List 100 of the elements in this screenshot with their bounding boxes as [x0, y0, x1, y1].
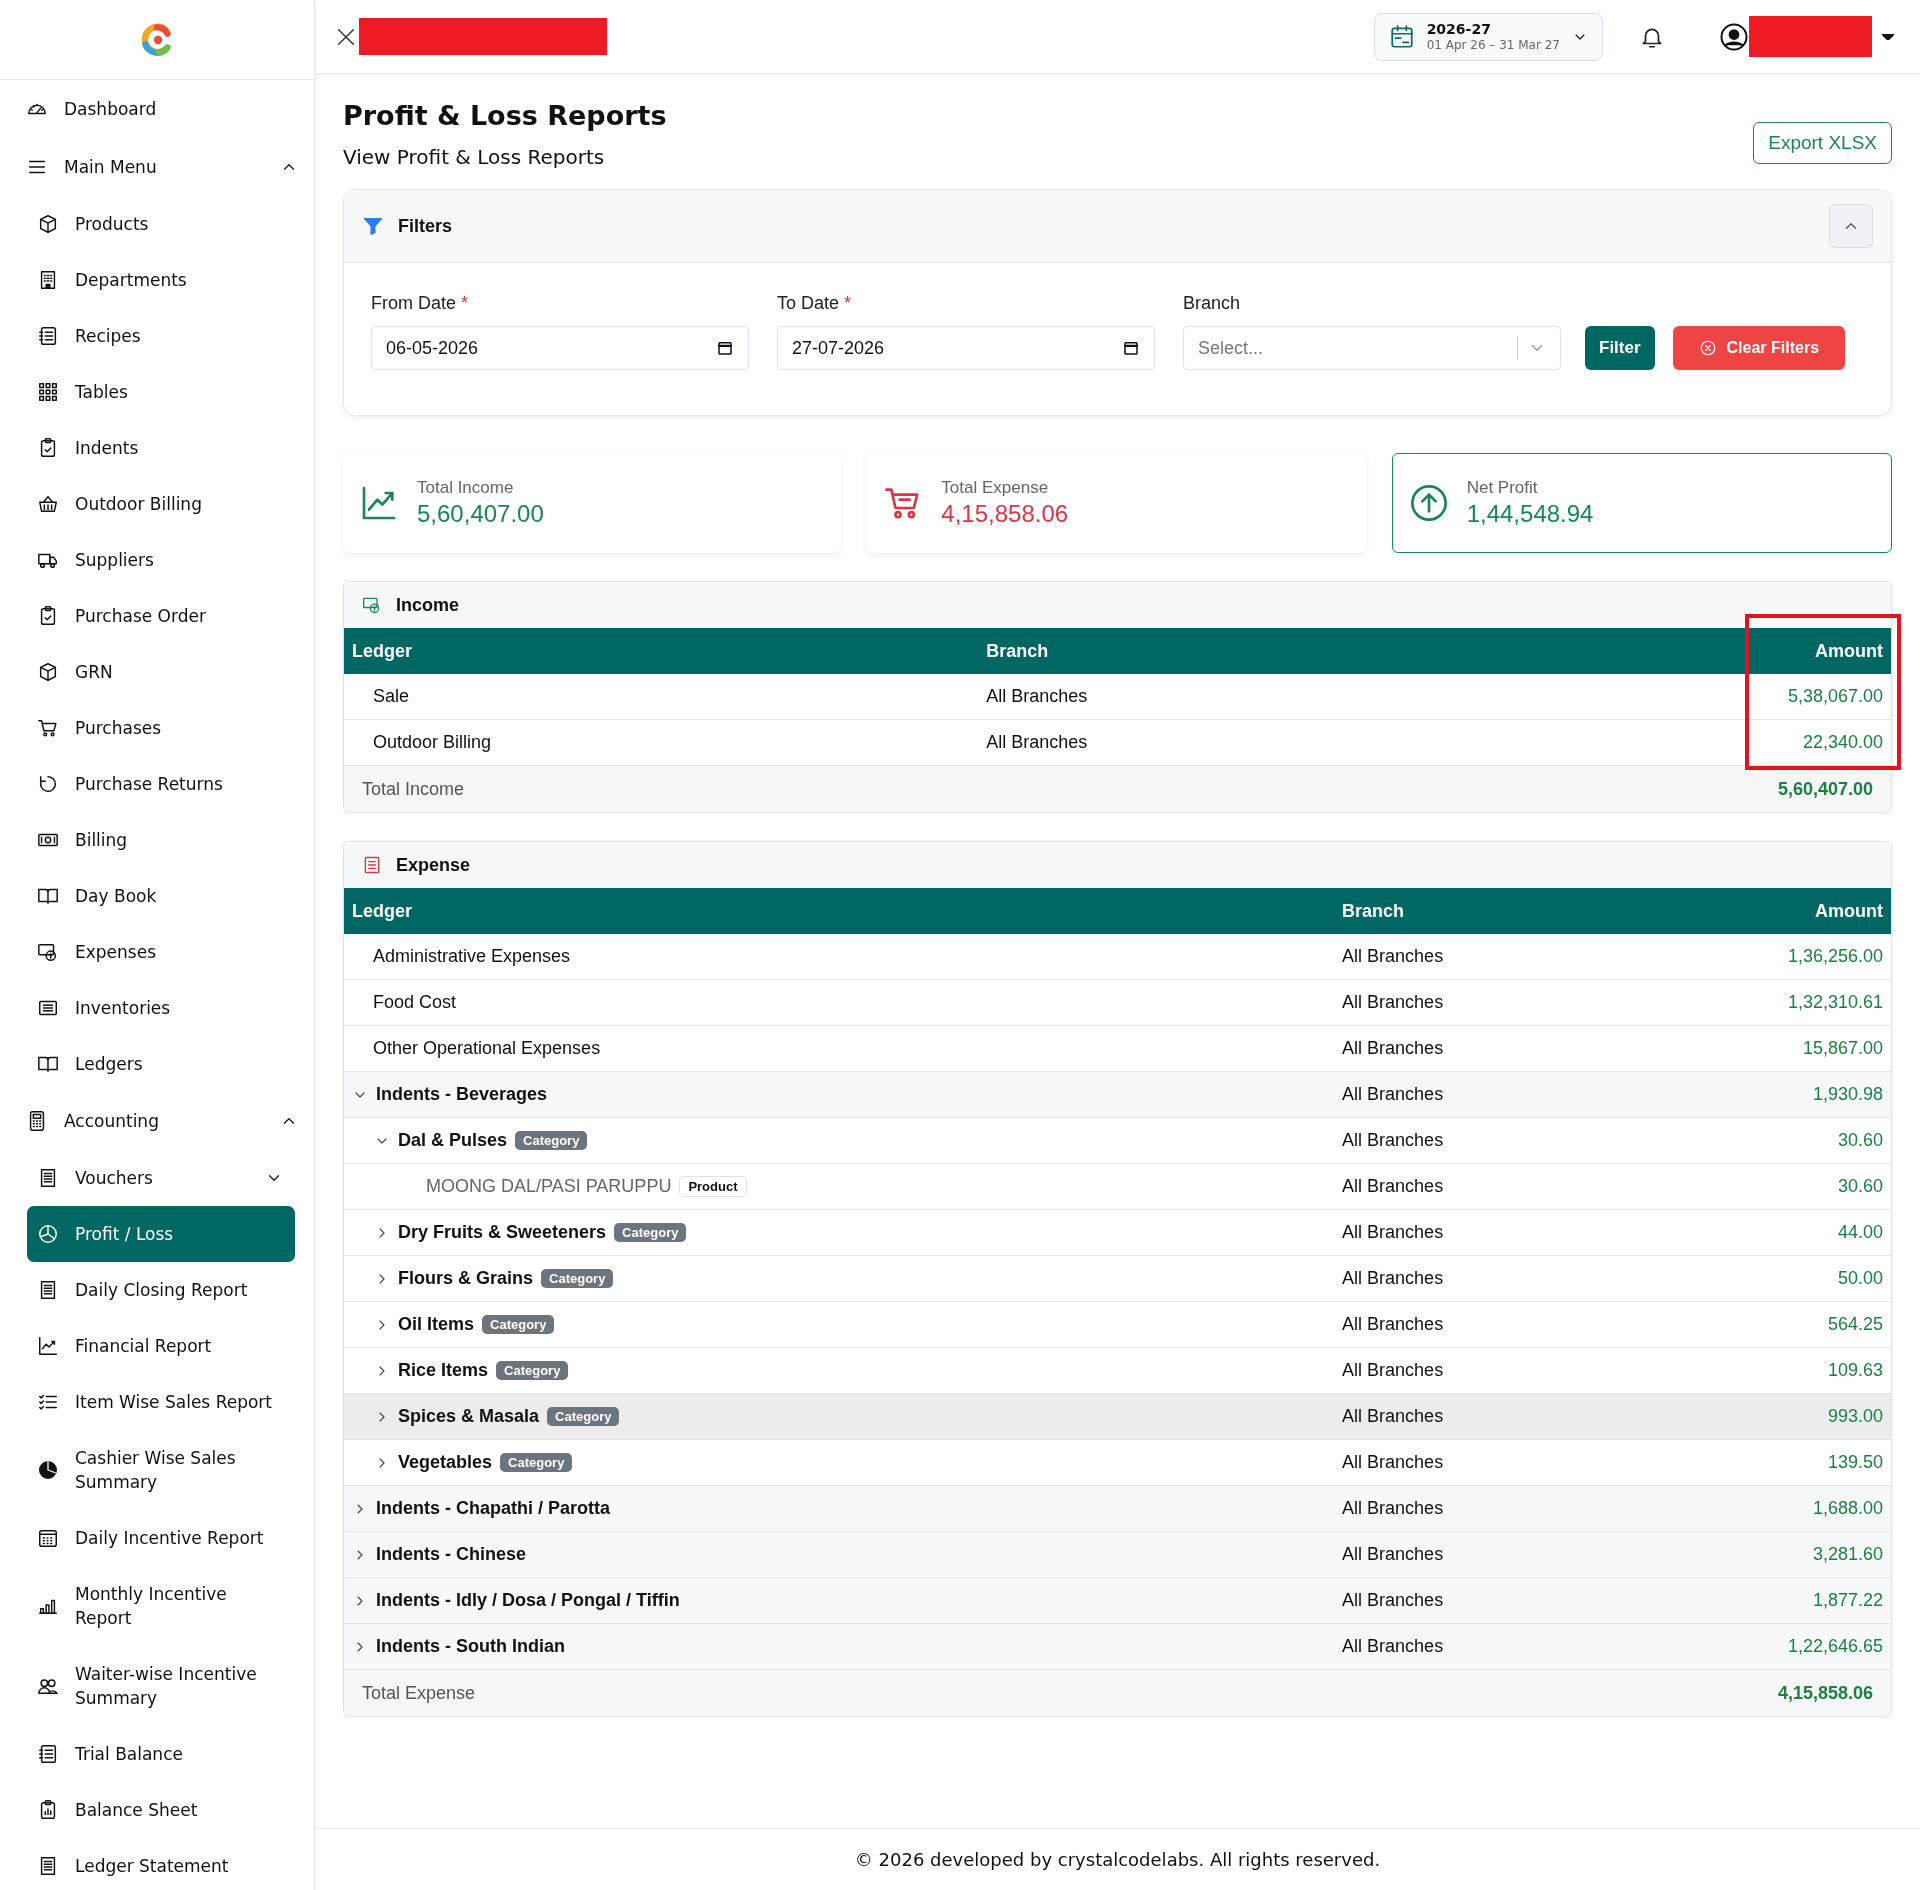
table-cell-text: All Branches: [1341, 1268, 1445, 1289]
sidebar-item[interactable]: Suppliers: [27, 532, 295, 588]
sidebar-item[interactable]: Day Book: [27, 868, 295, 924]
summary-value: 5,60,407.00: [417, 500, 544, 528]
sidebar-item[interactable]: Monthly Incentive Report: [27, 1566, 295, 1646]
filters-title: Filters: [398, 215, 453, 237]
summary-value: 4,15,858.06: [941, 500, 1069, 528]
sidebar-item[interactable]: Financial Report: [27, 1318, 295, 1374]
amount-cell-text: 1,32,310.61: [1786, 992, 1884, 1013]
sidebar-item[interactable]: Profit / Loss: [27, 1206, 295, 1262]
table-row[interactable]: Flours & Grains Category All Branches 50.00: [344, 1256, 1891, 1302]
table-row[interactable]: Indents - Chapathi / Parotta All Branches 1,688.00: [344, 1486, 1891, 1532]
table-cell-text: All Branches: [1341, 1590, 1445, 1611]
date-field[interactable]: 06-05-2026: [371, 326, 749, 370]
ledger-name: Indents - South Indian: [376, 1636, 565, 1657]
sidebar-item[interactable]: Balance Sheet: [27, 1782, 295, 1838]
sidebar-item[interactable]: Tables: [27, 364, 295, 420]
table-cell-text: All Branches: [1341, 1406, 1445, 1427]
clear-filters-button[interactable]: Clear Filters: [1672, 326, 1846, 370]
filter-button[interactable]: Filter: [1585, 326, 1655, 370]
table-row[interactable]: Indents - Chinese All Branches 3,281.60: [344, 1532, 1891, 1578]
column-header: Ledger: [351, 640, 413, 662]
table-cell-text: All Branches: [1341, 1038, 1445, 1059]
sidebar-item[interactable]: Item Wise Sales Report: [27, 1374, 295, 1430]
amount-cell-text: 30.60: [1836, 1130, 1884, 1151]
sidebar-item[interactable]: Daily Closing Report: [27, 1262, 295, 1318]
cart-icon: [37, 717, 59, 739]
amount-cell-text: 44.00: [1836, 1222, 1884, 1243]
pie-chart-icon: [37, 1459, 59, 1481]
close-circle-icon: [1698, 339, 1717, 357]
table-row[interactable]: Spices & Masala Category All Branches 993.00: [344, 1394, 1891, 1440]
sidebar-item[interactable]: Trial Balance: [27, 1726, 295, 1782]
calendar-icon: [1122, 339, 1140, 357]
column-header: Branch: [1341, 900, 1406, 922]
table-cell-text: All Branches: [1341, 946, 1445, 967]
sidebar-item[interactable]: Ledger Statement: [27, 1838, 295, 1890]
amount-cell-text: 15,867.00: [1801, 1038, 1884, 1059]
sidebar-item[interactable]: Waiter-wise Incentive Summary: [27, 1646, 295, 1726]
amount-cell-text: 30.60: [1836, 1176, 1884, 1197]
summary-label: Total Income: [417, 478, 515, 498]
sidebar-item[interactable]: Expenses: [27, 924, 295, 980]
sidebar-item[interactable]: Purchases: [27, 700, 295, 756]
sidebar-item[interactable]: Billing: [27, 812, 295, 868]
table-cell-text: All Branches: [1341, 1360, 1445, 1381]
sidebar-item[interactable]: Dashboard: [0, 80, 314, 138]
sidebar-item[interactable]: Main Menu: [0, 138, 314, 196]
export-button[interactable]: Export XLSX: [1753, 122, 1892, 164]
sidebar-item[interactable]: Purchase Returns: [27, 756, 295, 812]
table-row[interactable]: Dal & Pulses Category All Branches 30.60: [344, 1118, 1891, 1164]
cube-icon: [37, 661, 59, 683]
ledger-name: Oil Items: [398, 1314, 475, 1335]
ledger-name: Food Cost: [373, 992, 457, 1013]
table-cell-text: All Branches: [1341, 1498, 1445, 1519]
amount-cell-text: 3,281.60: [1811, 1544, 1884, 1565]
sidebar-item[interactable]: Cashier Wise Sales Summary: [27, 1430, 295, 1510]
ledger-name: Flours & Grains: [398, 1268, 534, 1289]
list-document-icon: [37, 325, 59, 347]
basket-icon: [37, 493, 59, 515]
sidebar-item[interactable]: Purchase Order: [27, 588, 295, 644]
sidebar-item[interactable]: Outdoor Billing: [27, 476, 295, 532]
sidebar-item[interactable]: Recipes: [27, 308, 295, 364]
table-row[interactable]: Indents - Beverages All Branches 1,930.98: [344, 1072, 1891, 1118]
user-menu[interactable]: [1719, 16, 1894, 57]
table-cell-text: All Branches: [1341, 1222, 1445, 1243]
required-mark: *: [844, 293, 852, 313]
page-subtitle: View Profit & Loss Reports: [343, 145, 606, 169]
table-cell-text: All Branches: [1341, 1314, 1445, 1335]
fiscal-year-selector[interactable]: 2026-27 01 Apr 26 – 31 Mar 27: [1373, 12, 1603, 61]
section-title: Expense: [396, 854, 471, 876]
sidebar-item[interactable]: Inventories: [27, 980, 295, 1036]
footer-text: © 2026 developed by crystalcodelabs. All rights reserved.: [315, 1828, 1920, 1890]
sidebar-item[interactable]: Indents: [27, 420, 295, 476]
table-row[interactable]: Dry Fruits & Sweeteners Category All Branches 44.00: [344, 1210, 1891, 1256]
field-label: From Date *: [371, 293, 470, 314]
table-cell-text: All Branches: [1341, 992, 1445, 1013]
date-field[interactable]: 27-07-2026: [777, 326, 1155, 370]
branch-select[interactable]: Select...: [1183, 326, 1561, 370]
sidebar-item[interactable]: Daily Incentive Report: [27, 1510, 295, 1566]
amount-cell-text: 1,930.98: [1811, 1084, 1884, 1105]
caret-icon: [1882, 33, 1894, 40]
pie-chart-icon: [37, 1223, 59, 1245]
ledger-name: Indents - Chapathi / Parotta: [376, 1498, 611, 1519]
required-mark: *: [461, 293, 469, 313]
sidebar-item[interactable]: Ledgers: [27, 1036, 295, 1092]
rotate-icon: [37, 773, 59, 795]
table-row[interactable]: Oil Items Category All Branches 564.25: [344, 1302, 1891, 1348]
table-row[interactable]: Indents - Idly / Dosa / Pongal / Tiffin All Branches 1,877.22: [344, 1578, 1891, 1624]
user-avatar-icon: [1719, 21, 1749, 52]
sidebar-item[interactable]: Products: [27, 196, 295, 252]
filter-icon: [362, 215, 384, 237]
ledger-name: Other Operational Expenses: [373, 1038, 601, 1059]
sidebar-item[interactable]: Accounting: [0, 1092, 314, 1150]
sidebar-item[interactable]: GRN: [27, 644, 295, 700]
table-cell-text: All Branches: [985, 732, 1089, 753]
sidebar-item[interactable]: Vouchers: [27, 1150, 295, 1206]
table-row[interactable]: Indents - South Indian All Branches 1,22,646.65: [344, 1624, 1891, 1670]
table-cell-text: All Branches: [985, 686, 1089, 707]
amount-cell-text: 1,22,646.65: [1786, 1636, 1884, 1657]
amount-cell-text: 139.50: [1826, 1452, 1884, 1473]
sidebar-item[interactable]: Departments: [27, 252, 295, 308]
